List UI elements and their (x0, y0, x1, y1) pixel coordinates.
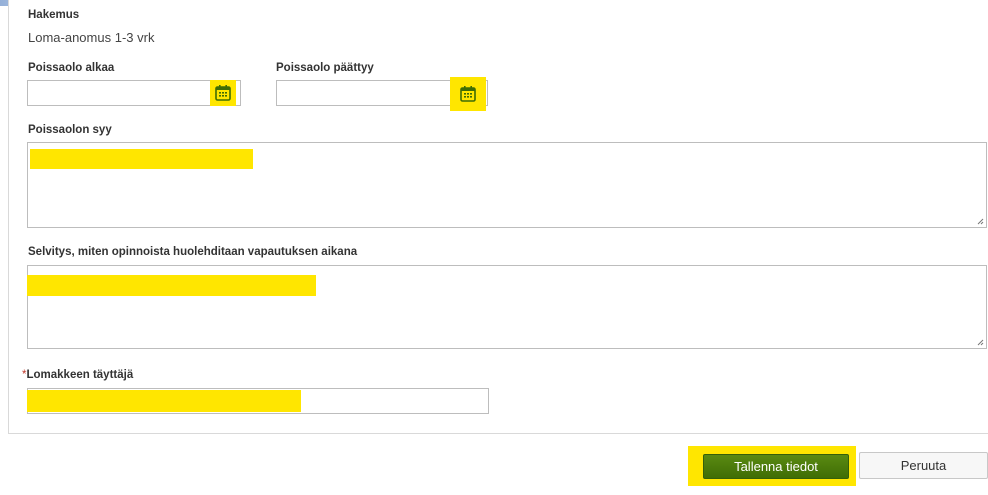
filler-label: *Lomakkeen täyttäjä (22, 369, 133, 381)
application-value: Loma-anomus 1-3 vrk (28, 30, 155, 45)
absence-end-label: Poissaolo päättyy (276, 62, 374, 74)
absence-reason-highlight (30, 149, 253, 169)
absence-start-label: Poissaolo alkaa (28, 62, 115, 74)
filler-label-text: Lomakkeen täyttäjä (26, 369, 134, 381)
study-plan-label: Selvitys, miten opinnoista huolehditaan … (28, 246, 358, 258)
cancel-button[interactable]: Peruuta (859, 452, 988, 479)
save-button[interactable]: Tallenna tiedot (703, 454, 849, 479)
absence-start-input[interactable] (27, 80, 241, 106)
resize-grip-icon[interactable] (977, 218, 984, 225)
calendar-icon (460, 86, 476, 102)
absence-end-calendar-button[interactable] (450, 77, 486, 111)
calendar-icon (215, 85, 231, 101)
study-plan-highlight (27, 275, 316, 296)
filler-highlight (27, 390, 301, 412)
absence-reason-label: Poissaolon syy (28, 124, 112, 136)
resize-grip-icon[interactable] (977, 339, 984, 346)
absence-start-calendar-button[interactable] (210, 80, 236, 106)
application-label: Hakemus (28, 9, 80, 21)
